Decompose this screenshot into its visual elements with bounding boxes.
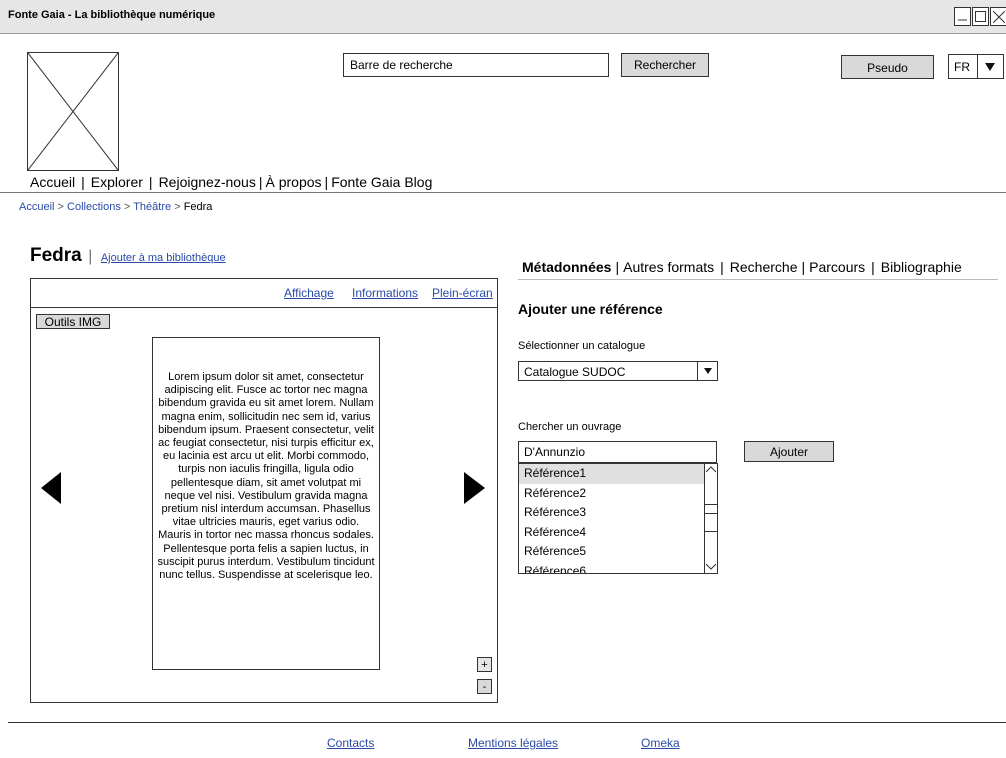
user-button[interactable]: Pseudo	[841, 55, 934, 79]
nav-item-accueil[interactable]: Accueil	[30, 174, 75, 190]
chevron-down-icon	[985, 63, 995, 71]
search-input[interactable]: Barre de recherche	[343, 53, 609, 77]
breadcrumb-separator: >	[123, 201, 131, 213]
nav-separator: |	[324, 174, 329, 190]
viewer-link-informations[interactable]: Informations	[352, 286, 418, 300]
results-scrollbar[interactable]	[704, 464, 717, 573]
breadcrumb: Accueil > Collections > Théâtre > Fedra	[19, 201, 212, 213]
viewer-link-affichage[interactable]: Affichage	[284, 286, 334, 300]
catalog-label: Sélectionner un catalogue	[518, 340, 646, 352]
page-text: Lorem ipsum dolor sit amet, consectetur …	[157, 371, 375, 582]
footer-divider	[8, 722, 1006, 723]
panel-heading: Ajouter une référence	[518, 301, 663, 317]
select-divider	[977, 55, 978, 78]
list-item[interactable]: Référence1	[519, 464, 705, 484]
tab-separator: |	[615, 259, 620, 275]
viewer-toolbar-divider	[31, 307, 497, 308]
panel-tabs: Métadonnées | Autres formats | Recherche | Par…	[522, 259, 962, 275]
tab-recherche[interactable]: Recherche	[730, 259, 798, 275]
document-header: Fedra | Ajouter à ma bibliothèque	[30, 245, 226, 267]
window-title: Fonte Gaia - La bibliothèque numérique	[8, 9, 216, 21]
nav-item-apropos[interactable]: À propos	[266, 174, 322, 190]
close-button[interactable]	[990, 7, 1006, 26]
chevron-down-icon	[704, 368, 712, 374]
nav-item-blog[interactable]: Fonte Gaia Blog	[331, 174, 432, 190]
nav-separator: |	[258, 174, 263, 190]
tab-autres-formats[interactable]: Autres formats	[623, 259, 714, 275]
nav-item-rejoignez[interactable]: Rejoignez-nous	[159, 174, 256, 190]
tab-parcours[interactable]: Parcours	[809, 259, 865, 275]
zoom-in-button[interactable]: +	[477, 657, 492, 672]
footer-link-omeka[interactable]: Omeka	[641, 736, 680, 750]
book-search-input[interactable]: D'Annunzio	[518, 441, 717, 463]
list-item[interactable]: Référence2	[519, 484, 717, 504]
tab-separator: |	[871, 259, 875, 275]
window-titlebar: Fonte Gaia - La bibliothèque numérique	[0, 0, 1006, 34]
nav-separator: |	[81, 174, 85, 190]
tab-separator: |	[801, 259, 806, 275]
image-tools-button[interactable]: Outils IMG	[36, 314, 110, 329]
footer-link-mentions[interactable]: Mentions légales	[468, 736, 558, 750]
results-list: Référence1 Référence2 Référence3 Référen…	[518, 463, 718, 574]
tabs-divider	[518, 279, 998, 280]
search-book-label: Chercher un ouvrage	[518, 421, 622, 433]
add-to-library-link[interactable]: Ajouter à ma bibliothèque	[101, 252, 226, 264]
list-item[interactable]: Référence3	[519, 503, 717, 523]
search-button[interactable]: Rechercher	[621, 53, 709, 77]
nav-item-explorer[interactable]: Explorer	[91, 174, 143, 190]
scrollbar-thumb[interactable]	[705, 504, 717, 532]
minimize-icon	[958, 19, 967, 21]
language-value: FR	[954, 60, 970, 74]
breadcrumb-separator: >	[57, 201, 64, 213]
add-reference-button[interactable]: Ajouter	[744, 441, 834, 462]
catalog-select[interactable]: Catalogue SUDOC	[518, 361, 718, 381]
list-item[interactable]: Référence5	[519, 542, 717, 562]
breadcrumb-separator: >	[174, 201, 181, 213]
tab-bibliographie[interactable]: Bibliographie	[881, 259, 962, 275]
site-logo[interactable]	[27, 52, 119, 171]
document-title: Fedra	[30, 245, 82, 266]
zoom-out-button[interactable]: -	[477, 679, 492, 694]
breadcrumb-item[interactable]: Accueil	[19, 201, 54, 213]
list-item[interactable]: Référence4	[519, 523, 717, 543]
main-nav: Accueil | Explorer | Rejoignez-nous | À propos…	[30, 174, 432, 190]
minimize-button[interactable]	[954, 7, 971, 26]
catalog-value: Catalogue SUDOC	[524, 365, 626, 379]
maximize-button[interactable]	[972, 7, 989, 26]
breadcrumb-item[interactable]: Théâtre	[133, 201, 171, 213]
select-divider	[697, 362, 698, 380]
chevron-up-icon[interactable]	[706, 466, 716, 473]
book-search-value: D'Annunzio	[524, 445, 585, 459]
tab-metadonnees[interactable]: Métadonnées	[522, 259, 611, 275]
tab-separator: |	[720, 259, 724, 275]
list-item[interactable]: Référence6	[519, 562, 717, 574]
viewer-link-plein-ecran[interactable]: Plein-écran	[432, 286, 493, 300]
nav-separator: |	[148, 174, 153, 190]
document-page: Lorem ipsum dolor sit amet, consectetur …	[152, 337, 380, 670]
previous-page-icon[interactable]	[41, 472, 61, 504]
scrollbar-grip	[705, 513, 717, 514]
footer-link-contacts[interactable]: Contacts	[327, 736, 374, 750]
image-placeholder-icon	[27, 52, 119, 171]
breadcrumb-current: Fedra	[183, 201, 213, 213]
title-separator: |	[88, 248, 93, 265]
search-placeholder: Barre de recherche	[350, 58, 453, 72]
header-divider	[0, 192, 1006, 193]
next-page-icon[interactable]	[464, 472, 485, 504]
maximize-icon	[975, 11, 986, 22]
breadcrumb-item[interactable]: Collections	[67, 201, 121, 213]
language-select[interactable]: FR	[948, 54, 1004, 79]
close-icon	[993, 11, 1005, 23]
chevron-down-icon[interactable]	[706, 563, 716, 570]
